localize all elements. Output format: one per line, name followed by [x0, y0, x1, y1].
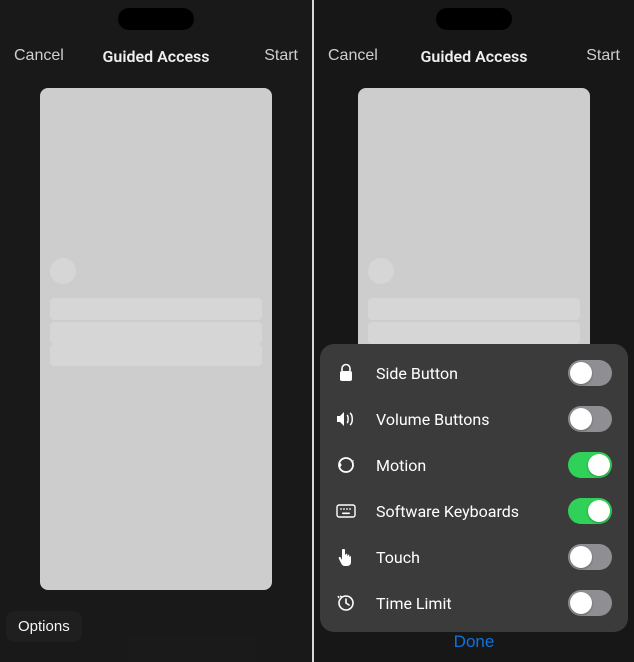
- timelimit-icon: [334, 594, 358, 612]
- page-title: Guided Access: [420, 47, 527, 66]
- option-label: Volume Buttons: [376, 410, 550, 429]
- lock-icon: [334, 363, 358, 383]
- device-notch: [118, 8, 194, 30]
- cancel-button[interactable]: Cancel: [324, 43, 382, 69]
- start-button[interactable]: Start: [582, 43, 624, 69]
- option-time-limit: Time Limit: [320, 580, 628, 626]
- toggle-volume-buttons[interactable]: [568, 406, 612, 432]
- guided-access-screen-options-collapsed: Cancel Guided Access Start Options: [0, 0, 312, 662]
- option-label: Touch: [376, 548, 550, 567]
- option-touch: Touch: [320, 534, 628, 580]
- options-button[interactable]: Options: [6, 611, 82, 642]
- device-notch: [436, 8, 512, 30]
- option-label: Software Keyboards: [376, 502, 550, 521]
- guided-access-screen-options-expanded: Cancel Guided Access Start Side Button V…: [312, 0, 634, 662]
- option-label: Time Limit: [376, 594, 550, 613]
- toggle-touch[interactable]: [568, 544, 612, 570]
- page-title: Guided Access: [102, 47, 209, 66]
- cancel-button[interactable]: Cancel: [10, 43, 68, 69]
- toggle-motion[interactable]: [568, 452, 612, 478]
- nav-bar: Cancel Guided Access Start: [314, 34, 634, 78]
- app-preview[interactable]: [40, 88, 272, 590]
- option-software-keyboards: Software Keyboards: [320, 488, 628, 534]
- options-sheet: Side Button Volume Buttons Motion Softwa…: [320, 344, 628, 632]
- option-side-button: Side Button: [320, 350, 628, 396]
- keyboard-icon: [334, 504, 358, 518]
- touch-icon: [334, 547, 358, 567]
- nav-bar: Cancel Guided Access Start: [0, 34, 312, 78]
- toggle-software-keyboards[interactable]: [568, 498, 612, 524]
- option-label: Side Button: [376, 364, 550, 383]
- motion-icon: [334, 455, 358, 475]
- volume-icon: [334, 411, 358, 427]
- option-volume-buttons: Volume Buttons: [320, 396, 628, 442]
- option-motion: Motion: [320, 442, 628, 488]
- start-button[interactable]: Start: [260, 43, 302, 69]
- toggle-time-limit[interactable]: [568, 590, 612, 616]
- toggle-side-button[interactable]: [568, 360, 612, 386]
- option-label: Motion: [376, 456, 550, 475]
